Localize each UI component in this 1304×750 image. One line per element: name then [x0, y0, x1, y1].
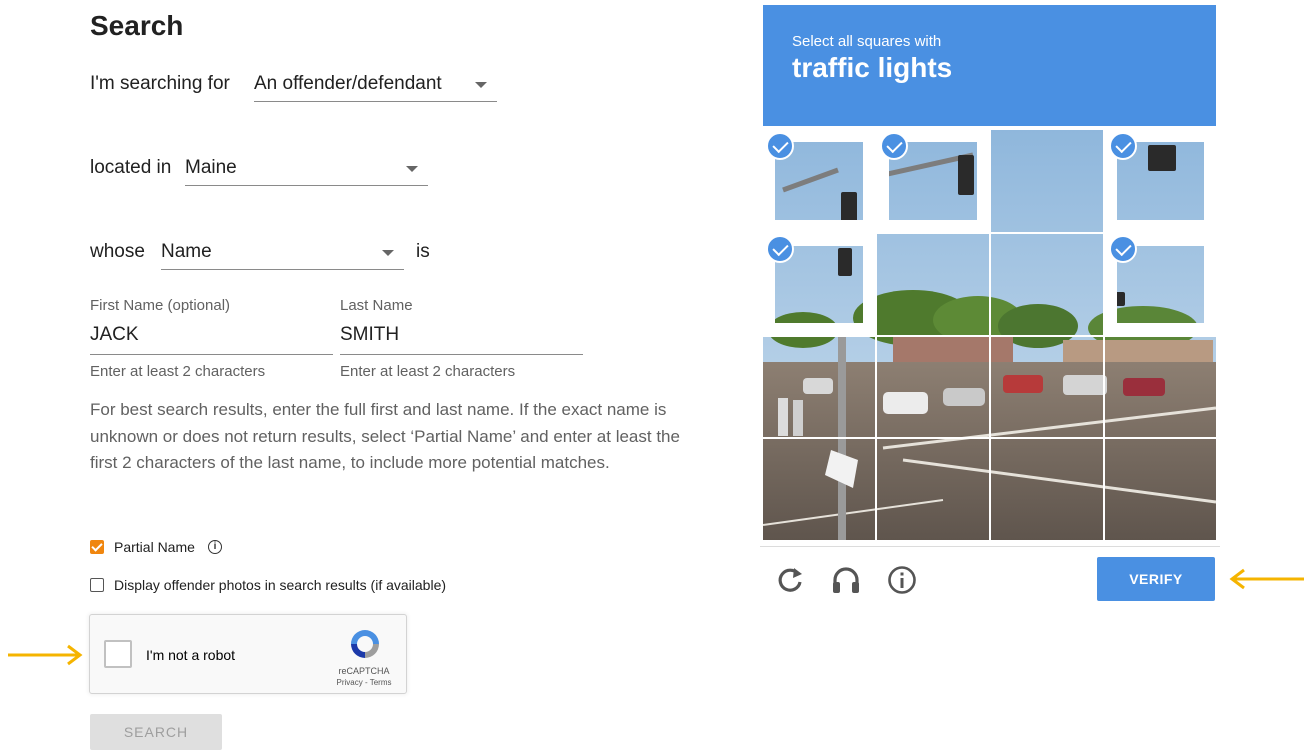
- dropdown-arrow-icon: [406, 166, 418, 172]
- partial-name-info-icon[interactable]: i: [208, 540, 222, 554]
- search-button[interactable]: SEARCH: [90, 714, 222, 750]
- selected-check-icon: [880, 132, 908, 160]
- last-name-field[interactable]: SMITH: [340, 320, 583, 355]
- located-in-select[interactable]: Maine: [185, 151, 428, 186]
- grid-tile[interactable]: [877, 234, 989, 335]
- annotation-arrow-left-icon: [1229, 568, 1304, 590]
- partial-name-label: Partial Name: [114, 539, 195, 555]
- grid-tile[interactable]: [991, 130, 1103, 232]
- display-photos-label: Display offender photos in search result…: [114, 577, 447, 593]
- selected-check-icon: [1109, 132, 1137, 160]
- last-name-label: Last Name: [340, 297, 413, 314]
- located-in-label: located in: [90, 157, 172, 178]
- searching-for-select[interactable]: An offender/defendant: [254, 67, 497, 102]
- display-photos-checkbox[interactable]: [90, 578, 104, 592]
- info-icon[interactable]: [886, 564, 918, 596]
- selected-check-icon: [766, 132, 794, 160]
- reload-icon[interactable]: [774, 564, 806, 596]
- selected-check-icon: [766, 235, 794, 263]
- selected-check-icon: [1109, 235, 1137, 263]
- first-name-helper: Enter at least 2 characters: [90, 363, 266, 380]
- grid-tile[interactable]: [877, 439, 989, 540]
- image-grid: [763, 130, 1216, 540]
- searching-for-label: I'm searching for: [90, 73, 230, 94]
- located-in-value: Maine: [185, 157, 237, 178]
- page-title: Search: [90, 10, 184, 41]
- first-name-field[interactable]: JACK: [90, 320, 333, 355]
- dropdown-arrow-icon: [382, 250, 394, 256]
- not-a-robot-checkbox[interactable]: [104, 640, 132, 668]
- grid-tile[interactable]: [1105, 439, 1216, 540]
- is-label: is: [416, 241, 430, 262]
- whose-select[interactable]: Name: [161, 235, 404, 270]
- last-name-helper: Enter at least 2 characters: [340, 363, 516, 380]
- grid-tile[interactable]: [877, 337, 989, 437]
- searching-for-value: An offender/defendant: [254, 73, 442, 94]
- first-name-label: First Name (optional): [90, 297, 231, 314]
- verify-button[interactable]: VERIFY: [1097, 557, 1215, 601]
- recaptcha-brand: reCAPTCHA: [338, 666, 390, 676]
- not-a-robot-label: I'm not a robot: [146, 647, 236, 663]
- recaptcha-logo-icon: [351, 630, 379, 658]
- grid-tile[interactable]: [1105, 337, 1216, 437]
- grid-tile[interactable]: [991, 439, 1103, 540]
- challenge-instruction: Select all squares with: [792, 33, 942, 50]
- challenge-target: traffic lights: [792, 52, 953, 83]
- recaptcha-widget: I'm not a robot reCAPTCHA Privacy - Term…: [89, 614, 407, 694]
- audio-headphones-icon[interactable]: [830, 564, 862, 596]
- partial-name-checkbox[interactable]: [90, 540, 104, 554]
- grid-tile[interactable]: [991, 337, 1103, 437]
- whose-label: whose: [90, 241, 145, 262]
- challenge-header: Select all squares with traffic lights: [763, 5, 1216, 126]
- whose-value: Name: [161, 241, 212, 262]
- search-tips-text: For best search results, enter the full …: [90, 400, 680, 472]
- grid-tile[interactable]: [991, 234, 1103, 335]
- recaptcha-privacy-terms-link[interactable]: Privacy - Terms: [326, 678, 402, 687]
- dropdown-arrow-icon: [475, 82, 487, 88]
- grid-tile[interactable]: [763, 439, 875, 540]
- annotation-arrow-right-icon: [8, 644, 83, 666]
- footer-divider: [760, 546, 1220, 547]
- grid-tile[interactable]: [763, 337, 875, 437]
